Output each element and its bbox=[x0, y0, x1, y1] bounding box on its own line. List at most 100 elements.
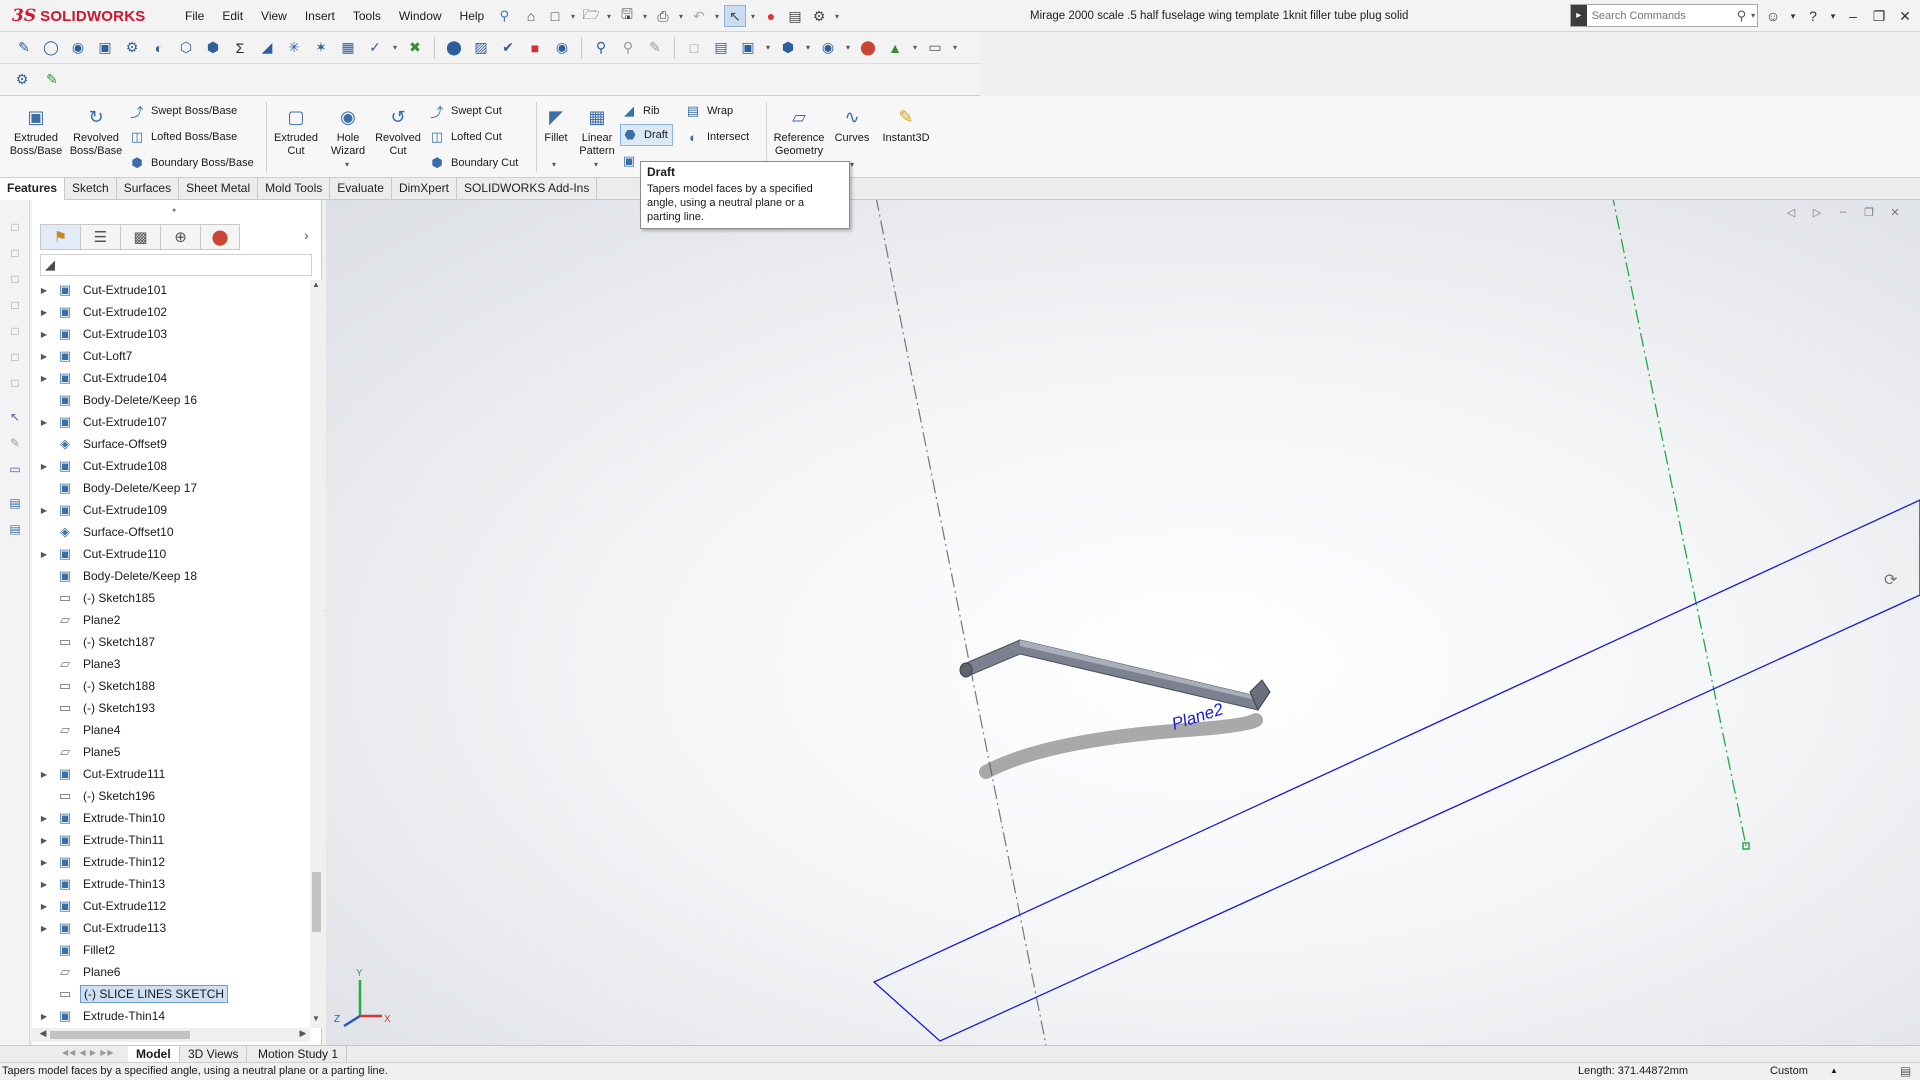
tab-sheet-metal[interactable]: Sheet Metal bbox=[179, 178, 259, 200]
paste-icon[interactable]: □ bbox=[6, 244, 24, 262]
select-pointer-icon[interactable]: ↖ bbox=[724, 5, 746, 27]
edit-tool-icon[interactable]: ✎ bbox=[6, 434, 24, 452]
expand-arrow-icon[interactable]: ▶ bbox=[38, 550, 50, 559]
lofted-cut-button[interactable]: ◫ Lofted Cut bbox=[428, 126, 502, 148]
tab-model[interactable]: Model bbox=[128, 1046, 180, 1062]
tree-item[interactable]: ▣ Fillet2 bbox=[32, 940, 308, 960]
tree-item[interactable]: ▶ ▣ Cut-Loft7 bbox=[32, 346, 308, 366]
tree-item[interactable]: ▶ ▣ Extrude-Thin11 bbox=[32, 830, 308, 850]
import-diagnostics-icon[interactable]: ▦ bbox=[336, 36, 360, 60]
user-account-icon[interactable]: ☺ bbox=[1760, 8, 1786, 24]
scroll-thumb[interactable] bbox=[312, 872, 321, 932]
rebuild-traffic-light-icon[interactable]: ● bbox=[760, 5, 782, 27]
file-properties-icon[interactable]: ▤ bbox=[784, 5, 806, 27]
viewport-restore-icon[interactable]: ❐ bbox=[1858, 206, 1880, 222]
print-icon[interactable]: ⎙ bbox=[652, 5, 674, 27]
expand-arrow-icon[interactable]: ▶ bbox=[38, 330, 50, 339]
dynamic-annotation-icon[interactable]: ▤ bbox=[709, 36, 733, 60]
tree-item[interactable]: ▶ ▣ Extrude-Thin14 bbox=[32, 1006, 308, 1026]
tab-3d-views[interactable]: 3D Views bbox=[180, 1046, 248, 1062]
expand-arrow-icon[interactable]: ▶ bbox=[38, 418, 50, 427]
copy-icon[interactable]: □ bbox=[6, 218, 24, 236]
menu-insert[interactable]: Insert bbox=[296, 0, 344, 32]
user-dropdown-icon[interactable]: ▾ bbox=[1786, 11, 1800, 22]
revolved-cut-button[interactable]: ↺ Revolved Cut bbox=[372, 104, 424, 158]
tree-item[interactable]: ▶ ▣ Cut-Extrude111 bbox=[32, 764, 308, 784]
extruded-boss-button[interactable]: ▣ Extruded Boss/Base bbox=[8, 104, 64, 158]
tab-navigation-icon[interactable]: ◀◀ ◀ ▶ ▶▶ bbox=[62, 1048, 115, 1057]
sustainability-icon[interactable]: ◉ bbox=[550, 36, 574, 60]
save-icon[interactable]: 🖫 bbox=[616, 5, 638, 27]
design-checker-icon[interactable]: ✔ bbox=[496, 36, 520, 60]
macro-edit-icon[interactable]: ✎ bbox=[40, 68, 64, 92]
menu-edit[interactable]: Edit bbox=[213, 0, 252, 32]
tree-item[interactable]: ▣ Body-Delete/Keep 17 bbox=[32, 478, 308, 498]
tree-item[interactable]: ▣ Body-Delete/Keep 16 bbox=[32, 390, 308, 410]
undo-dropdown-icon[interactable]: ▾ bbox=[712, 12, 722, 21]
scroll-down-icon[interactable]: ▼ bbox=[310, 1014, 322, 1028]
expand-arrow-icon[interactable]: ▶ bbox=[38, 880, 50, 889]
property-manager-tab-icon[interactable]: ☰ bbox=[80, 224, 120, 250]
expand-arrow-icon[interactable]: ▶ bbox=[38, 374, 50, 383]
edit-appearance-icon[interactable]: ⬤ bbox=[856, 36, 880, 60]
tree-item[interactable]: ▣ Body-Delete/Keep 18 bbox=[32, 566, 308, 586]
search-commands[interactable]: ▸ ⚲ ▾ bbox=[1570, 4, 1758, 27]
swept-boss-button[interactable]: ⤴ Swept Boss/Base bbox=[128, 100, 237, 122]
display-style-icon[interactable]: ⬢ bbox=[776, 36, 800, 60]
tree-item[interactable]: ▭ (-) Sketch196 bbox=[32, 786, 308, 806]
model-view[interactable]: Plane2 Y X Z ⟳ bbox=[326, 200, 1920, 1045]
tree-item[interactable]: ▶ ▣ Cut-Extrude101 bbox=[32, 280, 308, 300]
fillet-button[interactable]: ◤ Fillet bbox=[540, 104, 572, 145]
layer-icon[interactable]: □ bbox=[6, 322, 24, 340]
configuration-manager-tab-icon[interactable]: ▩ bbox=[120, 224, 160, 250]
macro-run-icon[interactable]: ⚙ bbox=[10, 68, 34, 92]
tree-item[interactable]: ▭ (-) Sketch188 bbox=[32, 676, 308, 696]
tree-filter[interactable]: ◢ bbox=[40, 254, 312, 276]
close-icon[interactable]: ✕ bbox=[1892, 8, 1918, 25]
tab-addins[interactable]: SOLIDWORKS Add-Ins bbox=[457, 178, 598, 200]
tree-item[interactable]: ▭ (-) Sketch185 bbox=[32, 588, 308, 608]
tree-item[interactable]: ▶ ▣ Cut-Extrude102 bbox=[32, 302, 308, 322]
tree-item[interactable]: ▶ ▣ Cut-Extrude107 bbox=[32, 412, 308, 432]
tab-features[interactable]: Features bbox=[0, 178, 66, 200]
tree-item[interactable]: ▶ ▣ Cut-Extrude113 bbox=[32, 918, 308, 938]
filter-funnel-icon[interactable]: ◢ bbox=[45, 257, 55, 273]
quick-tips-icon[interactable]: ▤ bbox=[1900, 1064, 1911, 1078]
swept-cut-button[interactable]: ⤴ Swept Cut bbox=[428, 100, 501, 122]
save-dropdown-icon[interactable]: ▾ bbox=[640, 12, 650, 21]
panel-grip-icon[interactable]: ● bbox=[172, 207, 176, 214]
tab-evaluate[interactable]: Evaluate bbox=[330, 178, 392, 200]
minimize-icon[interactable]: – bbox=[1840, 8, 1866, 24]
hide-show-dropdown-icon[interactable]: ▾ bbox=[843, 43, 853, 52]
monitor-icon[interactable]: ▭ bbox=[6, 460, 24, 478]
search-icon[interactable]: ⚲ bbox=[1734, 8, 1750, 24]
viewport-close-icon[interactable]: ✕ bbox=[1884, 206, 1906, 222]
tree-item[interactable]: ▶ ▣ Cut-Extrude104 bbox=[32, 368, 308, 388]
layer-icon[interactable]: □ bbox=[6, 374, 24, 392]
measure-icon[interactable]: ◯ bbox=[39, 36, 63, 60]
tree-item[interactable]: ▶ ▣ Extrude-Thin10 bbox=[32, 808, 308, 828]
layer-icon[interactable]: □ bbox=[6, 296, 24, 314]
check-dropdown-icon[interactable]: ▾ bbox=[390, 43, 400, 52]
check-active-document-icon[interactable]: ✓ bbox=[363, 36, 387, 60]
spell-check-icon[interactable]: ✎ bbox=[12, 36, 36, 60]
thickness-analysis-icon[interactable]: ⬢ bbox=[201, 36, 225, 60]
hole-wizard-dropdown-icon[interactable]: ▾ bbox=[345, 160, 349, 169]
new-dropdown-icon[interactable]: ▾ bbox=[568, 12, 578, 21]
tree-horizontal-scrollbar[interactable]: ◀ ▶ bbox=[32, 1028, 310, 1042]
tree-item[interactable]: ▱ Plane5 bbox=[32, 742, 308, 762]
linear-pattern-button[interactable]: ▦ Linear Pattern bbox=[576, 104, 618, 158]
tree-item[interactable]: ◈ Surface-Offset10 bbox=[32, 522, 308, 542]
filler-tube-model[interactable] bbox=[959, 639, 1271, 712]
draft-analysis-icon[interactable]: ◢ bbox=[255, 36, 279, 60]
tree-item[interactable]: ▶ ▣ Cut-Extrude112 bbox=[32, 896, 308, 916]
open-dropdown-icon[interactable]: ▾ bbox=[604, 12, 614, 21]
extruded-cut-button[interactable]: ▢ Extruded Cut bbox=[270, 104, 322, 158]
menu-tools[interactable]: Tools bbox=[344, 0, 390, 32]
units-dropdown-icon[interactable]: ▲ bbox=[1830, 1066, 1838, 1075]
tab-mold-tools[interactable]: Mold Tools bbox=[258, 178, 331, 200]
tab-dimxpert[interactable]: DimXpert bbox=[392, 178, 457, 200]
new-document-icon[interactable]: □ bbox=[544, 5, 566, 27]
expand-arrow-icon[interactable]: ▶ bbox=[38, 814, 50, 823]
boundary-boss-button[interactable]: ⬢ Boundary Boss/Base bbox=[128, 152, 253, 174]
